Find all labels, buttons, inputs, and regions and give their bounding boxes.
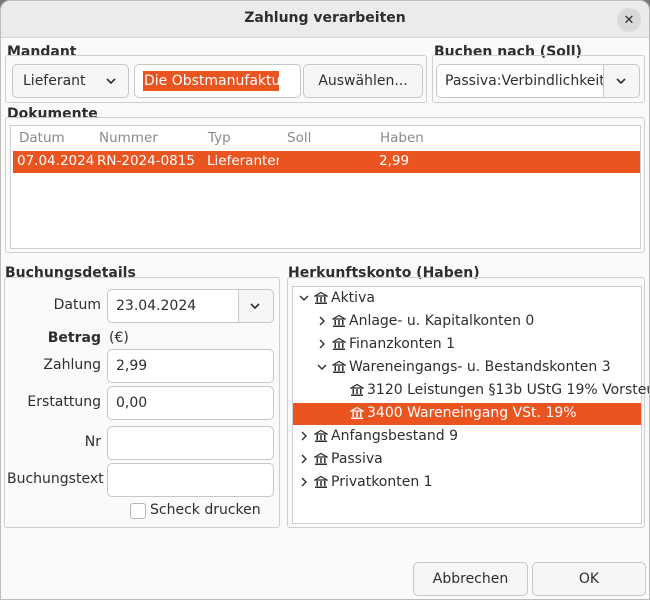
tree-item[interactable]: Passiva [293,449,641,471]
table-row[interactable]: 07.04.2024 RN-2024-0815 Lieferantenrechn… [13,151,640,173]
cell-datum: 07.04.2024 [17,153,95,169]
tree-item[interactable]: Anlage- u. Kapitalkonten 0 [293,311,641,333]
nr-field[interactable] [107,426,274,460]
buchungstext-label: Buchungstext [7,471,104,487]
expander-collapsed-icon[interactable] [298,476,310,488]
bank-icon [314,429,328,442]
tree-item-label: 3400 Wareneingang VSt. 19% [367,405,577,421]
cell-haben: 2,99 [379,153,410,169]
buchen-nach-value: Passiva:Verbindlichkeiten [445,73,604,89]
chevron-down-icon [106,78,116,85]
close-icon: ✕ [623,12,635,28]
account-tree[interactable]: Aktiva Anlage- u. Kapitalkonten 0 Finanzko… [292,286,649,524]
tree-item-label: Anfangsbestand 9 [331,428,458,444]
bank-icon [350,406,364,419]
tree-item-label: Passiva [331,451,383,467]
cell-nummer: RN-2024-0815 [97,153,195,169]
cancel-label: Abbrechen [432,571,509,587]
tree-item-label: Privatkonten 1 [331,474,433,490]
ok-button[interactable]: OK [532,562,646,596]
column-header-haben[interactable]: Haben [380,130,424,146]
bank-icon [314,475,328,488]
tree-item[interactable]: Wareneingangs- u. Bestandskonten 3 [293,357,641,379]
expander-collapsed-icon[interactable] [316,338,328,350]
erstattung-label: Erstattung [27,394,101,410]
buchungstext-field[interactable] [107,463,274,497]
mandant-select-button[interactable]: Auswählen... [303,64,423,98]
column-header-nummer[interactable]: Nummer [99,130,158,146]
tree-item[interactable]: Privatkonten 1 [293,472,641,494]
bank-icon [332,314,346,327]
scheck-checkbox[interactable] [130,503,146,519]
zahlung-field[interactable]: 2,99 [107,349,274,383]
betrag-unit: (€) [109,330,129,346]
chevron-down-icon [250,303,260,310]
zahlung-label: Zahlung [43,357,101,373]
zahlung-value: 2,99 [116,358,148,374]
bank-icon [314,291,328,304]
expander-collapsed-icon[interactable] [298,430,310,442]
datum-label: Datum [53,297,101,313]
tree-item[interactable]: 3120 Leistungen §13b UStG 19% Vorsteuer [293,380,649,402]
tree-item-label: Finanzkonten 1 [349,336,455,352]
tree-item-label: Aktiva [331,290,375,306]
datum-value: 23.04.2024 [116,298,197,314]
column-header-typ[interactable]: Typ [208,130,231,146]
mandant-select-label: Auswählen... [318,73,408,89]
bank-icon [350,383,364,396]
expander-collapsed-icon[interactable] [298,453,310,465]
column-header-datum[interactable]: Datum [19,130,65,146]
expander-expanded-icon[interactable] [298,292,310,304]
expander-collapsed-icon[interactable] [316,315,328,327]
tree-item[interactable]: Anfangsbestand 9 [293,426,641,448]
cell-typ: Lieferantenrechnung [207,153,279,169]
title-bar: Zahlung verarbeiten ✕ [1,1,649,38]
nr-label: Nr [84,434,101,450]
tree-item[interactable]: 3400 Wareneingang VSt. 19% [293,403,641,425]
mandant-type-value: Lieferant [23,73,86,89]
tree-item[interactable]: Aktiva [293,288,641,310]
window-title: Zahlung verarbeiten [244,10,406,26]
close-button[interactable]: ✕ [617,8,641,32]
cancel-button[interactable]: Abbrechen [413,562,528,596]
erstattung-field[interactable]: 0,00 [107,386,274,420]
payment-dialog: Zahlung verarbeiten ✕ Mandant Lieferant … [0,0,650,600]
betrag-label: Betrag [47,330,101,346]
chevron-down-icon [616,78,626,85]
datum-picker-button[interactable] [238,289,274,323]
mandant-name-value: Die Obstmanufaktur [143,71,279,91]
ok-label: OK [578,571,600,587]
tree-item-label: Anlage- u. Kapitalkonten 0 [349,313,535,329]
buchen-nach-field[interactable]: Passiva:Verbindlichkeiten [436,64,604,98]
bank-icon [332,337,346,350]
tree-item-label: 3120 Leistungen §13b UStG 19% Vorsteuer [367,382,650,398]
bank-icon [332,360,346,373]
mandant-name-field[interactable]: Die Obstmanufaktur [134,64,301,98]
scheck-label[interactable]: Scheck drucken [150,502,261,518]
expander-expanded-icon[interactable] [316,361,328,373]
documents-list[interactable]: Datum Nummer Typ Soll Haben 07.04.2024 R… [10,125,641,249]
datum-field[interactable]: 23.04.2024 [107,289,239,323]
erstattung-value: 0,00 [116,395,148,411]
mandant-type-dropdown[interactable]: Lieferant [12,64,129,98]
column-header-soll[interactable]: Soll [287,130,311,146]
tree-item-label: Wareneingangs- u. Bestandskonten 3 [349,359,611,375]
bank-icon [314,452,328,465]
buchen-nach-dropdown-button[interactable] [603,64,640,98]
tree-item[interactable]: Finanzkonten 1 [293,334,641,356]
